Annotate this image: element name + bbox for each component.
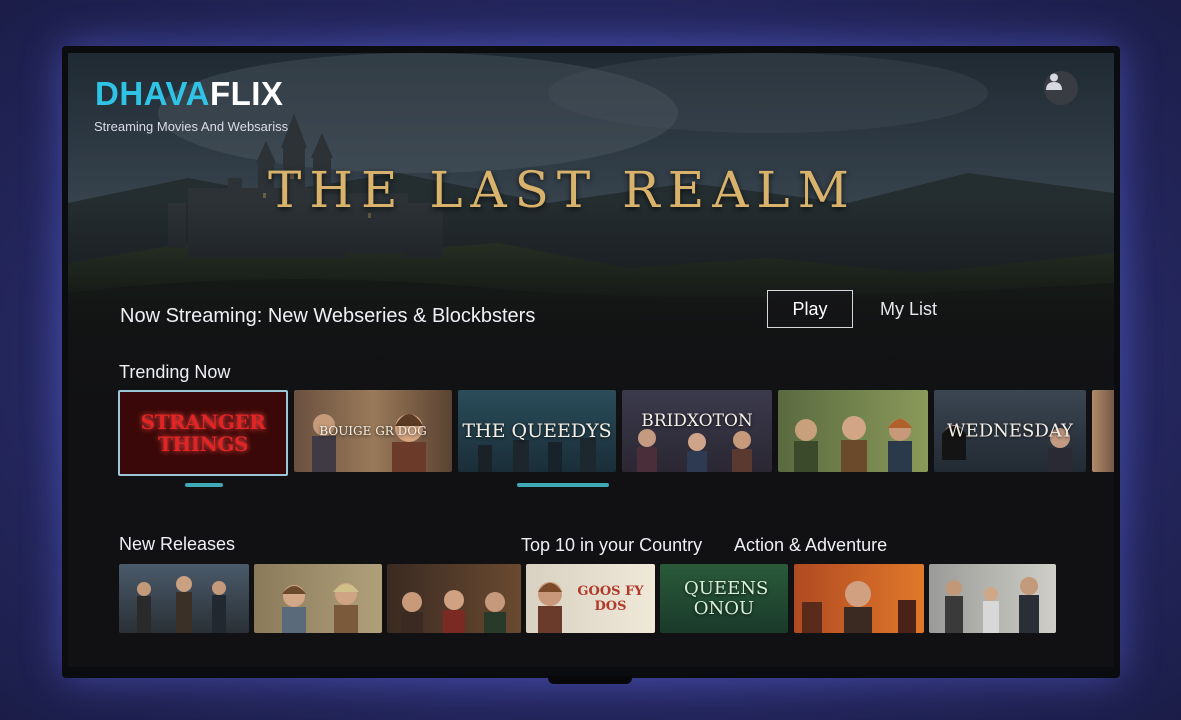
trending-card-7[interactable] (1092, 390, 1114, 472)
row-indicator-selected (185, 483, 223, 487)
card-title: BOUIGE GR DOG (319, 424, 427, 438)
action-heading: Action & Adventure (734, 535, 888, 555)
top10-card-2[interactable]: QUEENS ONOU (660, 564, 788, 633)
row-scroll-indicator (517, 483, 609, 487)
card-title: GOOS FY DOS (577, 583, 644, 614)
card-artwork (802, 581, 916, 633)
card-title: WEDNESDAY (947, 420, 1073, 442)
new-release-card-3[interactable] (387, 564, 521, 633)
tv-stand (548, 676, 632, 684)
app-tagline: Streaming Movies And Websariss (94, 119, 289, 134)
new-releases-row (119, 564, 526, 633)
hero-title: THE LAST REALM (268, 161, 857, 219)
action-card-1[interactable] (794, 564, 924, 633)
card-title: STRANGER THINGS (140, 410, 266, 456)
trending-heading: Trending Now (119, 362, 231, 382)
card-title: BRIDXOTON (641, 411, 753, 432)
user-profile-icon (1046, 73, 1062, 90)
card-title: QUEENS ONOU (684, 577, 769, 619)
app-logo: DHAVAFLIX (95, 75, 283, 113)
action-row (794, 564, 1056, 633)
trending-row: STRANGER THINGS BOUIGE GR DOG THE QUEEDY… (118, 390, 1114, 476)
my-list-button[interactable]: My List (874, 290, 943, 328)
new-release-card-2[interactable] (254, 564, 382, 633)
card-title: THE QUEEDYS (462, 420, 612, 442)
hero-banner: DHAVAFLIX Streaming Movies And Websariss… (68, 53, 1114, 393)
trending-card-6[interactable]: WEDNESDAY (934, 390, 1086, 472)
new-release-card-1[interactable] (119, 564, 249, 633)
new-releases-heading: New Releases (119, 534, 236, 554)
top10-heading: Top 10 in your Country (521, 535, 703, 555)
trending-card-2[interactable]: BOUIGE GR DOG (294, 390, 452, 472)
tv-screen: DHAVAFLIX Streaming Movies And Websariss… (68, 53, 1114, 667)
trending-card-1[interactable]: STRANGER THINGS (118, 390, 288, 476)
top10-row: GOOS FY DOS QUEENS ONOU (526, 564, 793, 633)
card-artwork (137, 576, 226, 633)
card-artwork (282, 583, 359, 633)
profile-button[interactable] (1044, 71, 1078, 105)
trending-card-3[interactable]: THE QUEEDYS (458, 390, 616, 472)
card-artwork (794, 416, 912, 472)
trending-card-5[interactable] (778, 390, 928, 472)
top10-card-1[interactable]: GOOS FY DOS (526, 564, 655, 633)
action-card-2[interactable] (929, 564, 1056, 633)
logo-part-1: DHAVA (95, 75, 210, 112)
logo-part-2: FLIX (209, 75, 284, 112)
play-button[interactable]: Play (767, 290, 853, 328)
trending-card-4[interactable]: BRIDXOTON (622, 390, 772, 472)
hero-subline: Now Streaming: New Webseries & Blockbste… (120, 305, 536, 327)
card-artwork (401, 590, 506, 633)
card-artwork (945, 577, 1039, 633)
